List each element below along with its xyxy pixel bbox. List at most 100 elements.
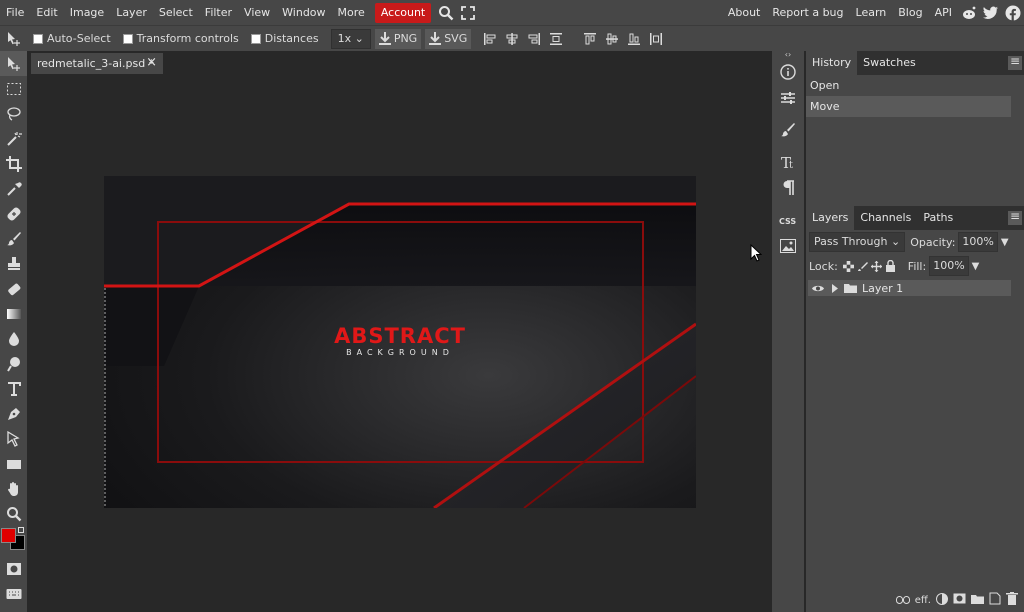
reddit-icon[interactable] [958, 0, 980, 25]
export-svg-button[interactable]: SVG [425, 28, 472, 49]
history-item-open[interactable]: Open [806, 75, 1024, 96]
clone-stamp-icon[interactable] [0, 251, 27, 276]
menu-about[interactable]: About [722, 0, 767, 25]
distances-label: Distances [264, 32, 319, 45]
distances-checkbox[interactable]: Distances [250, 32, 319, 45]
healing-brush-icon[interactable] [0, 201, 27, 226]
fill-input[interactable]: 100% [929, 256, 969, 276]
new-layer-icon[interactable] [989, 592, 1001, 608]
menu-api[interactable]: API [929, 0, 958, 25]
color-swatches[interactable] [0, 526, 27, 556]
swap-colors-icon[interactable] [18, 527, 24, 533]
blur-tool-icon[interactable] [0, 326, 27, 351]
magic-wand-icon[interactable] [0, 126, 27, 151]
fill-dropdown-icon[interactable]: ▼ [972, 261, 980, 272]
zoom-select[interactable]: 1x ⌄ [330, 28, 371, 49]
tab-channels[interactable]: Channels [854, 206, 917, 230]
menu-report-bug[interactable]: Report a bug [766, 0, 849, 25]
link-layers-icon[interactable] [895, 594, 910, 607]
adjustments-icon[interactable] [772, 85, 804, 111]
menu-file[interactable]: File [0, 0, 30, 25]
distribute-v-icon[interactable] [645, 26, 667, 52]
fullscreen-icon[interactable] [457, 0, 479, 25]
layer-row[interactable]: Layer 1 [808, 280, 1011, 296]
info-icon[interactable] [772, 59, 804, 85]
menu-view[interactable]: View [238, 0, 276, 25]
eyedropper-icon[interactable] [0, 176, 27, 201]
transform-controls-checkbox[interactable]: Transform controls [122, 32, 239, 45]
delete-layer-icon[interactable] [1006, 592, 1018, 608]
transform-controls-label: Transform controls [136, 32, 239, 45]
document-canvas[interactable]: ABSTRACT BACKGROUND [104, 176, 696, 508]
close-tab-icon[interactable]: × [146, 55, 157, 70]
blend-row: Pass Through ⌄ Opacity: 100% ▼ [806, 230, 1024, 254]
align-left-icon[interactable] [479, 26, 501, 52]
opacity-input[interactable]: 100% [958, 232, 998, 252]
keyboard-icon[interactable] [0, 581, 27, 606]
menu-blog[interactable]: Blog [892, 0, 928, 25]
checkbox-box [250, 33, 261, 44]
facebook-icon[interactable] [1002, 0, 1024, 25]
menu-image[interactable]: Image [64, 0, 110, 25]
layer-mask-icon[interactable] [953, 593, 966, 607]
tab-swatches[interactable]: Swatches [857, 51, 922, 75]
eye-icon[interactable] [808, 284, 828, 293]
eraser-tool-icon[interactable] [0, 276, 27, 301]
new-group-icon[interactable] [971, 594, 984, 607]
quick-mask-icon[interactable] [0, 556, 27, 581]
menu-select[interactable]: Select [153, 0, 199, 25]
align-bottom-icon[interactable] [623, 26, 645, 52]
panel-menu-icon[interactable] [1008, 54, 1022, 70]
css-icon[interactable]: CSS [772, 207, 804, 233]
checkbox-box [33, 33, 43, 44]
lasso-tool-icon[interactable] [0, 101, 27, 126]
move-tool-icon[interactable] [0, 51, 27, 76]
document-tab[interactable]: redmetalic_3-ai.psd * × [31, 53, 163, 74]
tab-history[interactable]: History [806, 51, 858, 75]
menu-filter[interactable]: Filter [199, 0, 238, 25]
menu-window[interactable]: Window [276, 0, 331, 25]
adjustment-layer-icon[interactable] [936, 592, 948, 608]
gradient-tool-icon[interactable] [0, 301, 27, 326]
align-middle-v-icon[interactable] [601, 26, 623, 52]
foreground-color-swatch[interactable] [1, 528, 16, 543]
hand-tool-icon[interactable] [0, 476, 27, 501]
align-center-h-icon[interactable] [501, 26, 523, 52]
opacity-dropdown-icon[interactable]: ▼ [1001, 237, 1009, 248]
menu-edit[interactable]: Edit [30, 0, 63, 25]
path-select-icon[interactable] [0, 426, 27, 451]
type-tool-icon[interactable] [0, 376, 27, 401]
twitter-icon[interactable] [980, 0, 1002, 25]
crop-tool-icon[interactable] [0, 151, 27, 176]
character-icon[interactable]: Tt [772, 149, 804, 175]
pen-tool-icon[interactable] [0, 401, 27, 426]
tab-layers[interactable]: Layers [806, 206, 855, 230]
collapse-icon[interactable]: ‹› [772, 51, 804, 59]
brush-settings-icon[interactable] [772, 117, 804, 143]
menu-layer[interactable]: Layer [110, 0, 153, 25]
paragraph-icon[interactable] [772, 175, 804, 201]
history-item-move[interactable]: Move [806, 96, 1011, 117]
menu-more[interactable]: More [332, 0, 371, 25]
dodge-tool-icon[interactable] [0, 351, 27, 376]
zoom-tool-icon[interactable] [0, 501, 27, 526]
align-right-icon[interactable] [523, 26, 545, 52]
export-png-button[interactable]: PNG [374, 28, 422, 49]
tab-paths[interactable]: Paths [917, 206, 959, 230]
blend-mode-select[interactable]: Pass Through ⌄ [809, 232, 906, 252]
distribute-h-icon[interactable] [545, 26, 567, 52]
brush-tool-icon[interactable] [0, 226, 27, 251]
shape-tool-icon[interactable] [0, 451, 27, 476]
account-button[interactable]: Account [374, 2, 432, 23]
expand-triangle-icon[interactable] [828, 283, 840, 293]
menu-learn[interactable]: Learn [850, 0, 893, 25]
panel-menu-icon[interactable] [1008, 209, 1022, 225]
layer-effects-button[interactable]: eff. [915, 595, 931, 606]
layer-name: Layer 1 [862, 281, 904, 295]
auto-select-checkbox[interactable]: Auto-Select [33, 32, 111, 45]
search-icon[interactable] [435, 0, 457, 25]
document-tab-title: redmetalic_3-ai.psd * [37, 57, 155, 70]
marquee-tool-icon[interactable] [0, 76, 27, 101]
image-icon[interactable] [772, 233, 804, 259]
align-top-icon[interactable] [579, 26, 601, 52]
